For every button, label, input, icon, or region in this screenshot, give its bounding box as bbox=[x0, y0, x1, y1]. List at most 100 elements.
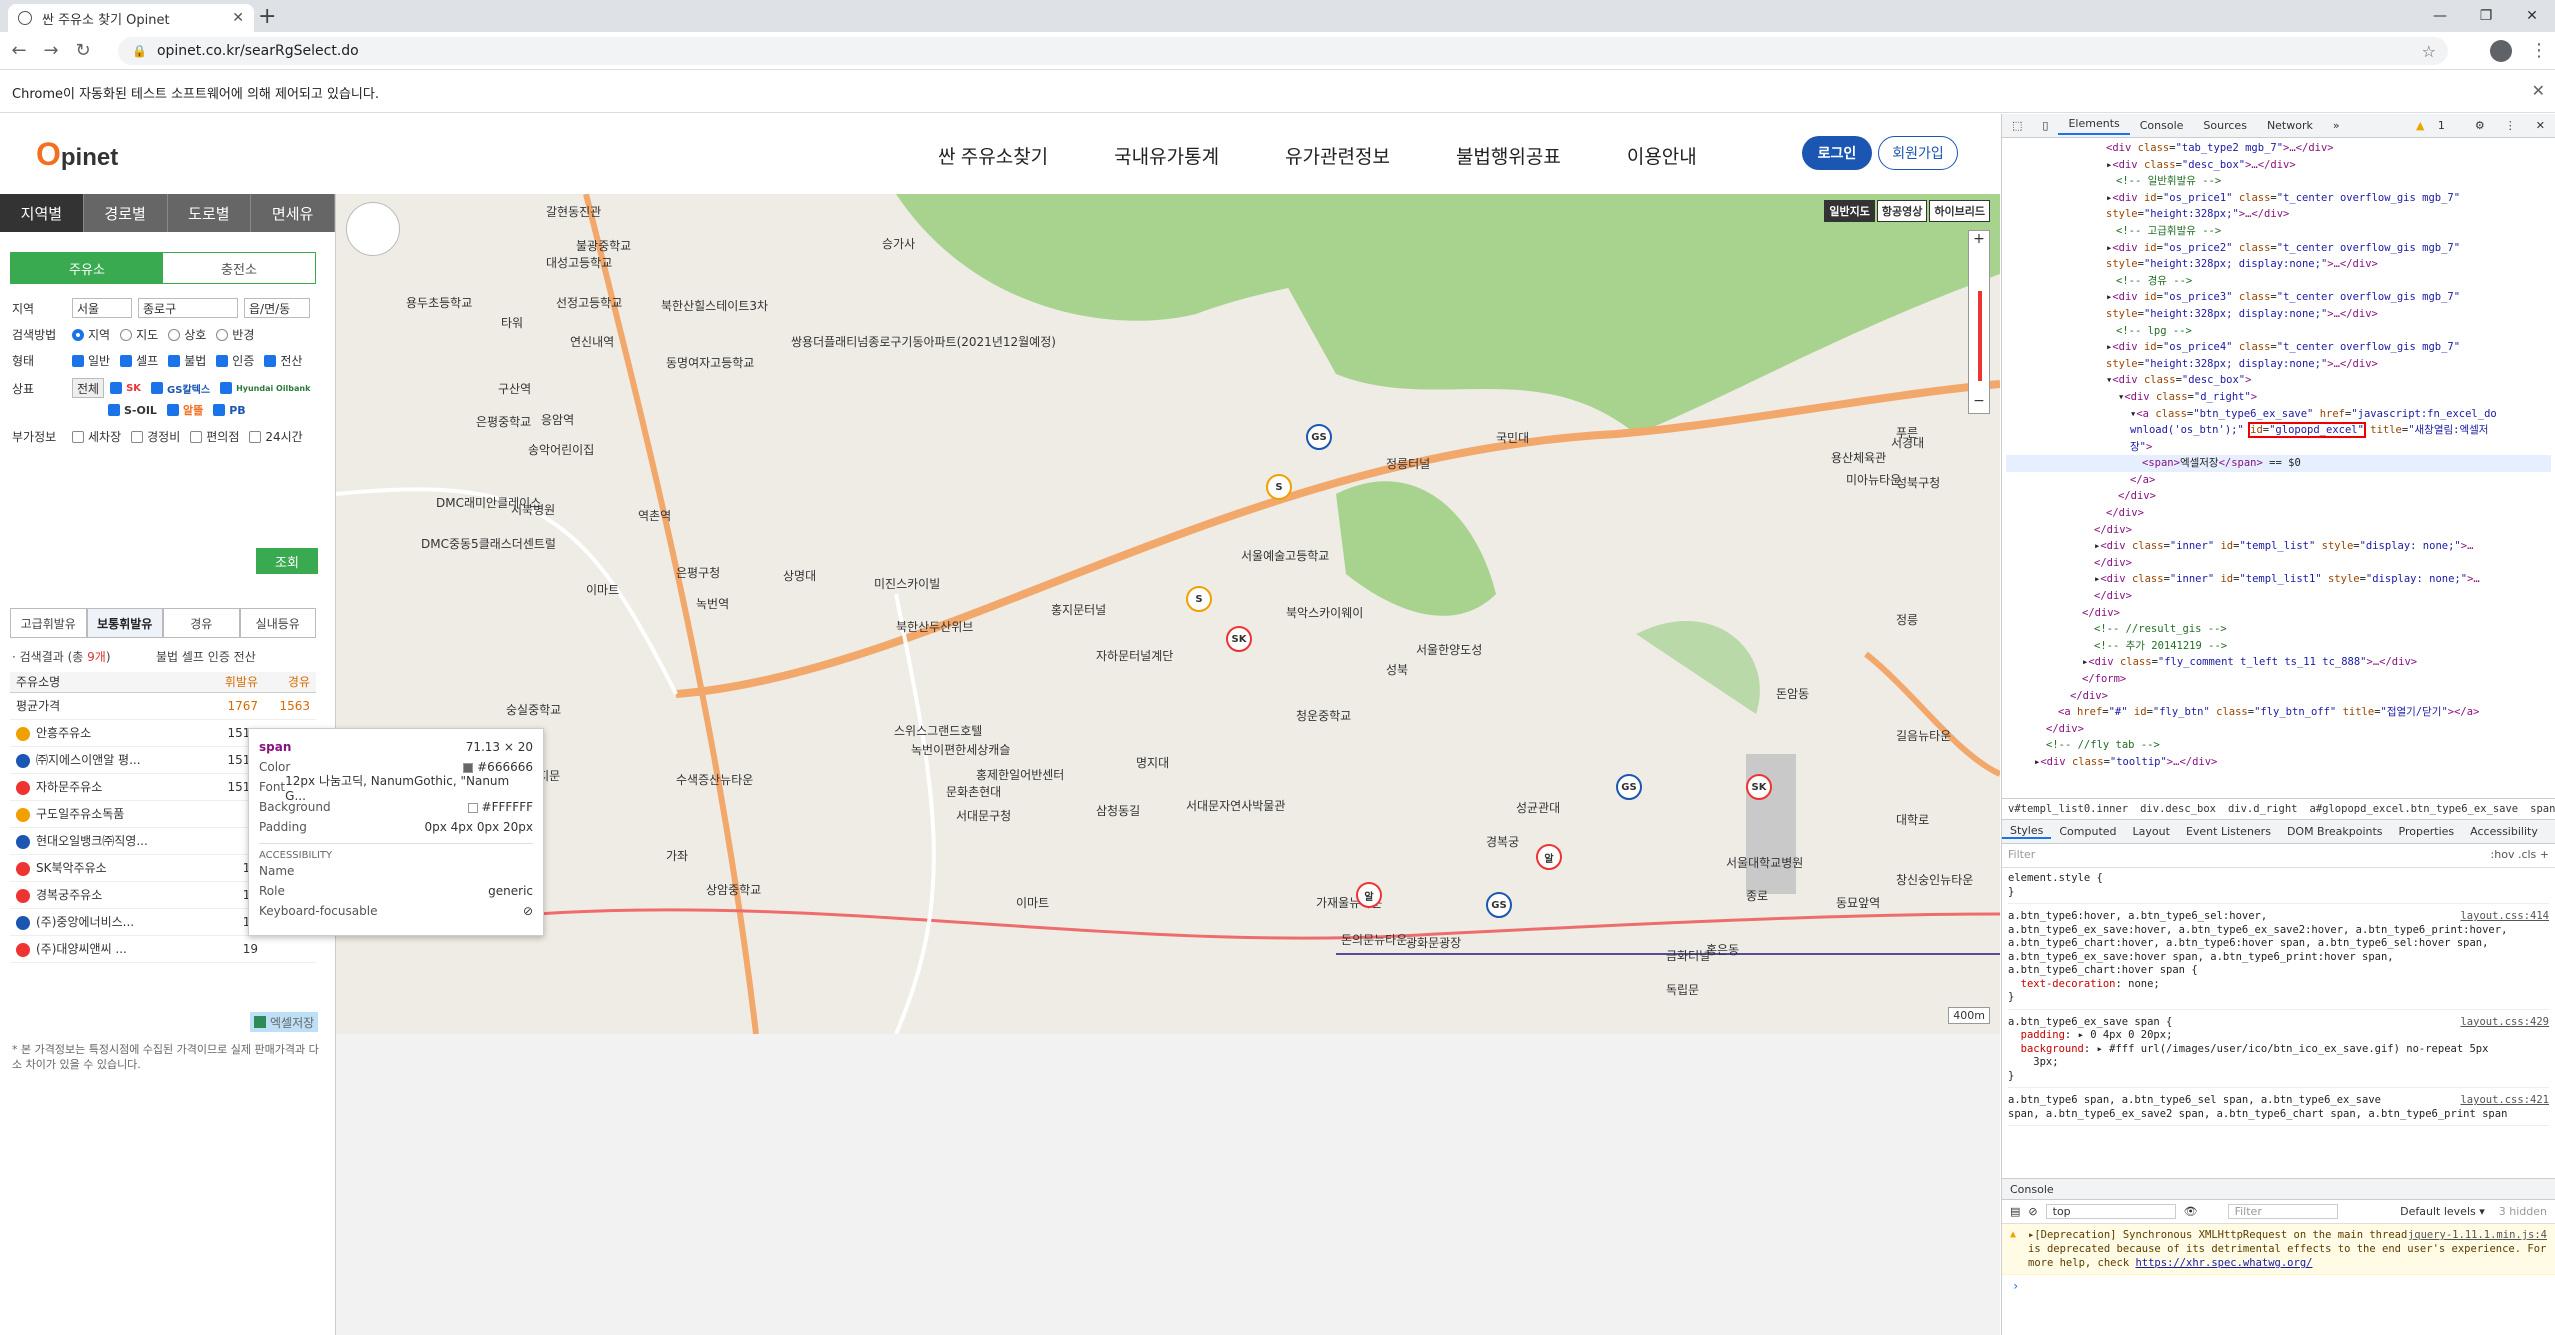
device-toggle-icon[interactable]: ▯ bbox=[2032, 119, 2058, 132]
extra-24h-checkbox[interactable]: 24시간 bbox=[249, 428, 303, 445]
sido-select[interactable]: 서울 bbox=[72, 298, 132, 318]
type-self-checkbox[interactable]: 셀프 bbox=[120, 352, 158, 369]
map-view[interactable]: 갈현동진관 불광중학교 대성고등학교 용두초등학교 선정고등학교 타워 북한산힐스테이트3차… bbox=[336, 194, 2000, 1034]
type-certified-checkbox[interactable]: 인증 bbox=[216, 352, 254, 369]
styles-pane[interactable]: element.style {} layout.css:414 a.btn_typ… bbox=[2002, 868, 2555, 1178]
crumb-3[interactable]: a#glopopd_excel.btn_type6_ex_save bbox=[2310, 803, 2519, 815]
reload-icon[interactable]: ↻ bbox=[70, 40, 96, 61]
sigungu-select[interactable]: 종로구 bbox=[138, 298, 238, 318]
new-tab-button[interactable]: + bbox=[258, 4, 276, 29]
crumb-2[interactable]: div.d_right bbox=[2228, 803, 2298, 815]
inspect-icon[interactable]: ⬚ bbox=[2002, 119, 2032, 132]
col-gasoline[interactable]: 휘발유 bbox=[212, 672, 264, 693]
extra-maintenance-checkbox[interactable]: 경정비 bbox=[131, 428, 180, 445]
maptype-hybrid[interactable]: 하이브리드 bbox=[1929, 200, 1990, 222]
extra-store-checkbox[interactable]: 편의점 bbox=[190, 428, 239, 445]
tab-sources[interactable]: Sources bbox=[2193, 119, 2257, 132]
station-name-cell[interactable]: 자하문주유소 bbox=[10, 773, 212, 801]
method-region-radio[interactable]: 지역 bbox=[72, 326, 110, 343]
devtools-kebab-icon[interactable]: ⋮ bbox=[2495, 119, 2526, 132]
brand-soil-checkbox[interactable]: S-OIL bbox=[108, 404, 157, 417]
brand-gs-checkbox[interactable]: GS칼텍스 bbox=[151, 381, 210, 396]
styles-filter-tools[interactable]: :hov .cls + bbox=[2491, 848, 2549, 861]
tab-elements[interactable]: Elements bbox=[2058, 117, 2130, 135]
tab-properties[interactable]: Properties bbox=[2391, 825, 2463, 838]
tab-by-region[interactable]: 지역별 bbox=[0, 194, 84, 232]
tab-gas-station[interactable]: 주유소 bbox=[11, 253, 163, 283]
nav-cheap-station[interactable]: 싼 주유소찾기 bbox=[938, 142, 1048, 169]
soil-station-marker[interactable]: S bbox=[1186, 586, 1212, 612]
profile-avatar-icon[interactable] bbox=[2490, 40, 2512, 62]
console-sidebar-icon[interactable]: ▤ bbox=[2010, 1205, 2020, 1218]
extra-carwash-checkbox[interactable]: 세차장 bbox=[72, 428, 121, 445]
method-name-radio[interactable]: 상호 bbox=[168, 326, 206, 343]
tab-charging-station[interactable]: 충전소 bbox=[163, 253, 315, 283]
console-filter-input[interactable]: Filter bbox=[2227, 1204, 2338, 1219]
station-name-cell[interactable]: 경복궁주유소 bbox=[10, 881, 212, 909]
tab-console[interactable]: Console bbox=[2130, 119, 2194, 132]
forward-icon[interactable]: → bbox=[38, 40, 64, 61]
xhr-spec-link[interactable]: https://xhr.spec.whatwg.org/ bbox=[2135, 1257, 2312, 1269]
tab-styles[interactable]: Styles bbox=[2002, 824, 2052, 839]
station-name-cell[interactable]: 현대오일뱅크㈜직영... bbox=[10, 827, 212, 855]
lock-icon[interactable]: 🔒 bbox=[132, 44, 147, 58]
tab-network[interactable]: Network bbox=[2257, 119, 2323, 132]
tab-dom-breakpoints[interactable]: DOM Breakpoints bbox=[2279, 825, 2391, 838]
station-name-cell[interactable]: (주)중앙에너비스... bbox=[10, 908, 212, 936]
tab-regular-gasoline[interactable]: 보통휘발유 bbox=[86, 608, 163, 638]
gs-station-marker[interactable]: GS bbox=[1486, 892, 1512, 918]
bookmark-star-icon[interactable]: ☆ bbox=[2422, 42, 2436, 61]
infobar-close-icon[interactable]: ✕ bbox=[2532, 81, 2545, 100]
browser-tab[interactable]: 싼 주유소 찾기 Opinet ✕ bbox=[8, 4, 254, 32]
zoom-control[interactable]: + − bbox=[1968, 230, 1990, 414]
eye-icon[interactable]: 👁 bbox=[2184, 1205, 2198, 1218]
tab-tax-free[interactable]: 면세유 bbox=[251, 194, 335, 232]
nav-illegal-disclosure[interactable]: 불법행위공표 bbox=[1456, 142, 1561, 169]
gs-station-marker[interactable]: GS bbox=[1616, 774, 1642, 800]
crumb-4[interactable]: span bbox=[2530, 803, 2555, 815]
brand-altteul-checkbox[interactable]: 알뜰 bbox=[166, 402, 203, 418]
tab-event-listeners[interactable]: Event Listeners bbox=[2178, 825, 2279, 838]
sk-station-marker[interactable]: SK bbox=[1746, 774, 1772, 800]
tab-by-road[interactable]: 도로별 bbox=[167, 194, 252, 232]
dong-select[interactable]: 읍/면/동 bbox=[244, 298, 310, 318]
zoom-out-icon[interactable]: − bbox=[1969, 393, 1989, 413]
zoom-in-icon[interactable]: + bbox=[1969, 231, 1989, 251]
type-illegal-checkbox[interactable]: 불법 bbox=[168, 352, 206, 369]
nav-guide[interactable]: 이용안내 bbox=[1627, 142, 1697, 169]
nav-oil-info[interactable]: 유가관련정보 bbox=[1285, 142, 1390, 169]
table-row[interactable]: (주)대양씨앤씨 ... 19 bbox=[10, 935, 316, 963]
station-name-cell[interactable]: (주)대양씨앤씨 ... bbox=[10, 935, 212, 963]
join-button[interactable]: 회원가입 bbox=[1878, 136, 1958, 170]
method-radius-radio[interactable]: 반경 bbox=[216, 326, 254, 343]
tab-accessibility[interactable]: Accessibility bbox=[2462, 825, 2546, 838]
nav-domestic-price[interactable]: 국내유가통계 bbox=[1114, 142, 1219, 169]
search-button[interactable]: 조회 bbox=[256, 548, 318, 574]
maptype-aerial[interactable]: 항공영상 bbox=[1876, 200, 1928, 222]
col-diesel[interactable]: 경유 bbox=[264, 672, 316, 693]
restore-icon[interactable]: ❐ bbox=[2463, 0, 2509, 32]
elements-tree[interactable]: <div class="tab_type2 mgb_7">…</div> ▸<d… bbox=[2002, 138, 2555, 798]
excel-save-button[interactable]: 엑셀저장 bbox=[250, 1012, 319, 1032]
altteul-station-marker[interactable]: 알 bbox=[1356, 882, 1382, 908]
station-name-cell[interactable]: ㈜지에스이앤알 평... bbox=[10, 746, 212, 774]
gs-station-marker[interactable]: GS bbox=[1306, 424, 1332, 450]
brand-sk-checkbox[interactable]: SK bbox=[110, 382, 141, 394]
console-title[interactable]: Console bbox=[2010, 1183, 2054, 1196]
warning-count-badge[interactable]: ▲ 1 bbox=[2406, 119, 2465, 132]
brand-hyundai-checkbox[interactable]: Hyundai Oilbank bbox=[220, 382, 310, 394]
login-button[interactable]: 로그인 bbox=[1802, 136, 1872, 170]
brand-pb-checkbox[interactable]: PB bbox=[213, 404, 246, 417]
zoom-level-bar[interactable] bbox=[1978, 291, 1982, 381]
warning-source-link[interactable]: jquery-1.11.1.min.js:4 bbox=[2408, 1228, 2547, 1242]
tab-by-route[interactable]: 경로별 bbox=[83, 194, 168, 232]
close-tab-icon[interactable]: ✕ bbox=[232, 10, 244, 26]
crumb-0[interactable]: v#templ_list0.inner bbox=[2008, 803, 2128, 815]
menu-kebab-icon[interactable]: ⋮ bbox=[2530, 40, 2548, 61]
map-pan-control[interactable] bbox=[346, 202, 400, 256]
tab-computed[interactable]: Computed bbox=[2051, 825, 2124, 838]
tab-layout[interactable]: Layout bbox=[2125, 825, 2178, 838]
soil-station-marker[interactable]: S bbox=[1266, 474, 1292, 500]
console-context-select[interactable]: top bbox=[2045, 1204, 2176, 1219]
brand-all-button[interactable]: 전체 bbox=[72, 378, 105, 398]
